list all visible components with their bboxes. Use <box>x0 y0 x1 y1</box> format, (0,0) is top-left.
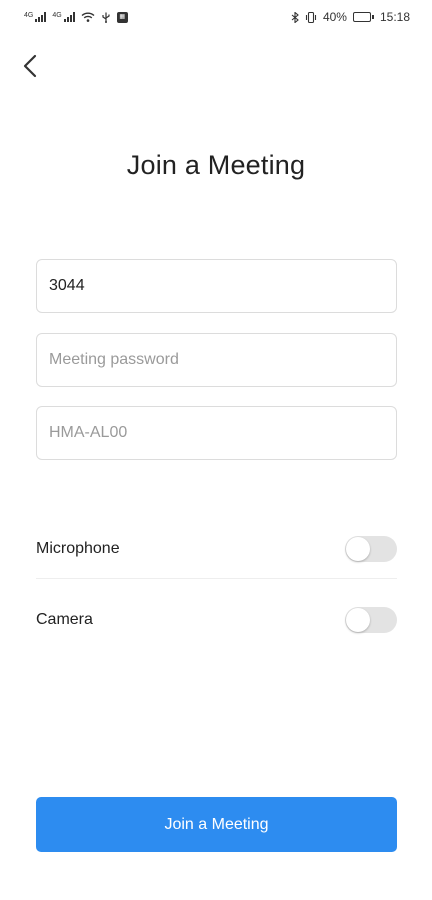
camera-toggle-row: Camera <box>36 590 397 650</box>
meeting-password-field[interactable] <box>36 333 397 387</box>
vibrate-icon <box>305 11 316 23</box>
microphone-toggle-row: Microphone <box>36 519 397 579</box>
join-meeting-screen: 4G 4G ▦ 40% 15:18 Join a Meeting 3044 HM… <box>0 0 432 900</box>
signal-icon: 4G <box>24 12 47 22</box>
status-right: 40% 15:18 <box>291 10 410 24</box>
microphone-switch[interactable] <box>345 535 397 562</box>
switch-knob <box>346 608 370 632</box>
camera-switch[interactable] <box>345 607 397 633</box>
notification-icon: ▦ <box>116 11 128 23</box>
camera-label: Camera <box>36 611 93 628</box>
meeting-password-input[interactable] <box>49 351 384 369</box>
signal-type-label: 4G <box>52 12 62 19</box>
signal-type-label: 4G <box>24 12 34 19</box>
join-meeting-button[interactable]: Join a Meeting <box>36 797 397 852</box>
display-name-input[interactable] <box>49 424 384 442</box>
meeting-id-field[interactable] <box>36 259 397 313</box>
microphone-label: Microphone <box>36 539 120 557</box>
chevron-left-icon <box>23 54 37 78</box>
display-name-field[interactable] <box>36 406 397 460</box>
usb-icon <box>102 12 110 23</box>
battery-percent: 40% <box>322 10 347 24</box>
page-title: Join a Meeting <box>126 150 306 180</box>
signal-icon: 4G <box>52 12 75 22</box>
status-time: 15:18 <box>379 10 410 24</box>
switch-knob <box>346 536 370 561</box>
meeting-id-input[interactable] <box>49 277 384 295</box>
status-left: 4G 4G ▦ <box>24 11 128 23</box>
battery-icon <box>352 12 374 22</box>
status-bar: 4G 4G ▦ 40% 15:18 <box>0 0 432 34</box>
back-button[interactable] <box>14 50 46 82</box>
bluetooth-icon <box>291 11 299 23</box>
wifi-icon <box>81 12 95 22</box>
